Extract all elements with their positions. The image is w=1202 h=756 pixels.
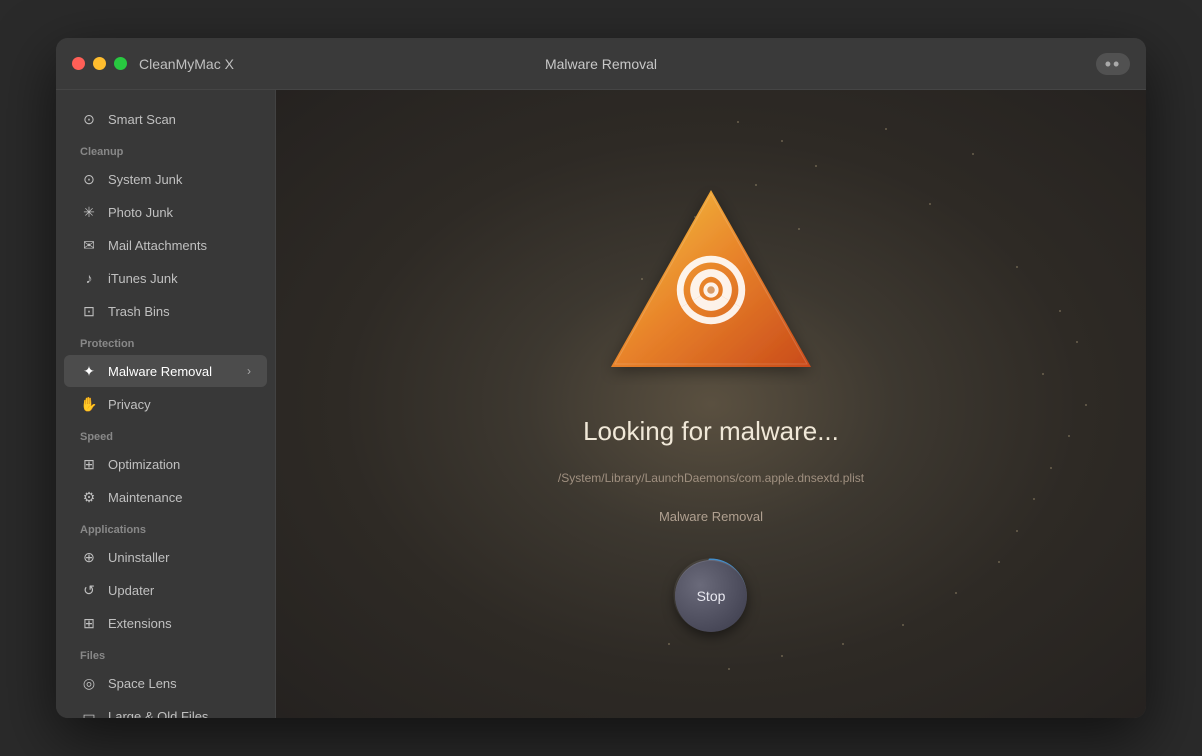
sidebar-item-trash-bins[interactable]: ⊡ Trash Bins xyxy=(64,295,267,327)
sidebar-item-updater[interactable]: ↺ Updater xyxy=(64,574,267,606)
sidebar-item-uninstaller[interactable]: ⊕ Uninstaller xyxy=(64,541,267,573)
more-options-icon: •• xyxy=(1105,55,1122,73)
sidebar-item-system-junk[interactable]: ⊙ System Junk xyxy=(64,163,267,195)
close-button[interactable] xyxy=(72,57,85,70)
window-title: Malware Removal xyxy=(545,56,657,72)
minimize-button[interactable] xyxy=(93,57,106,70)
particle-19 xyxy=(902,624,904,626)
maintenance-label: Maintenance xyxy=(108,490,182,505)
system-junk-label: System Junk xyxy=(108,172,182,187)
sidebar-item-privacy[interactable]: ✋ Privacy xyxy=(64,388,267,420)
itunes-junk-icon: ♪ xyxy=(80,269,98,287)
content-area: ⊙ Smart Scan Cleanup ⊙ System Junk ✳ Photo J… xyxy=(56,90,1146,718)
sidebar-item-extensions[interactable]: ⊞ Extensions xyxy=(64,607,267,639)
sidebar-item-space-lens[interactable]: ◎ Space Lens xyxy=(64,667,267,699)
uninstaller-label: Uninstaller xyxy=(108,550,169,565)
particle-6 xyxy=(972,153,974,155)
particle-4 xyxy=(929,203,931,205)
particle-9 xyxy=(1059,310,1061,312)
app-title: CleanMyMac X xyxy=(139,56,234,72)
particle-24 xyxy=(737,121,739,123)
extensions-icon: ⊞ xyxy=(80,614,98,632)
particle-12 xyxy=(1085,404,1087,406)
maintenance-icon: ⚙ xyxy=(80,488,98,506)
more-options-button[interactable]: •• xyxy=(1096,53,1130,75)
photo-junk-icon: ✳ xyxy=(80,203,98,221)
particle-13 xyxy=(1068,435,1070,437)
sidebar-sections: Cleanup ⊙ System Junk ✳ Photo Junk ✉ Mail Atta… xyxy=(56,136,275,718)
particle-11 xyxy=(1042,373,1044,375)
mail-attachments-label: Mail Attachments xyxy=(108,238,207,253)
optimization-label: Optimization xyxy=(108,457,180,472)
section-label-files: Files xyxy=(56,640,275,666)
traffic-lights xyxy=(72,57,127,70)
sidebar-item-smart-scan[interactable]: ⊙ Smart Scan xyxy=(64,103,267,135)
updater-label: Updater xyxy=(108,583,154,598)
main-content: Looking for malware... /System/Library/L… xyxy=(276,90,1146,718)
itunes-junk-label: iTunes Junk xyxy=(108,271,178,286)
particle-17 xyxy=(998,561,1000,563)
titlebar: CleanMyMac X Malware Removal •• xyxy=(56,38,1146,90)
particle-18 xyxy=(955,592,957,594)
particle-10 xyxy=(1076,341,1078,343)
section-label-applications: Applications xyxy=(56,514,275,540)
scan-path-text: /System/Library/LaunchDaemons/com.apple.… xyxy=(558,471,864,485)
particle-21 xyxy=(781,655,783,657)
uninstaller-icon: ⊕ xyxy=(80,548,98,566)
section-label-speed: Speed xyxy=(56,421,275,447)
biohazard-icon xyxy=(601,172,821,392)
maximize-button[interactable] xyxy=(114,57,127,70)
scan-subtitle-text: Malware Removal xyxy=(659,509,763,524)
particle-1 xyxy=(815,165,817,167)
particle-20 xyxy=(842,643,844,645)
particle-15 xyxy=(1033,498,1035,500)
app-window: CleanMyMac X Malware Removal •• ⊙ Smart … xyxy=(56,38,1146,718)
smart-scan-icon: ⊙ xyxy=(80,110,98,128)
trash-bins-label: Trash Bins xyxy=(108,304,170,319)
section-label-cleanup: Cleanup xyxy=(56,136,275,162)
sidebar: ⊙ Smart Scan Cleanup ⊙ System Junk ✳ Photo J… xyxy=(56,90,276,718)
stop-button[interactable]: Stop xyxy=(675,560,747,632)
sidebar-item-itunes-junk[interactable]: ♪ iTunes Junk xyxy=(64,262,267,294)
stop-button-container: Stop xyxy=(671,556,751,636)
sidebar-item-malware-removal[interactable]: ✦ Malware Removal › xyxy=(64,355,267,387)
optimization-icon: ⊞ xyxy=(80,455,98,473)
particle-14 xyxy=(1050,467,1052,469)
trash-bins-icon: ⊡ xyxy=(80,302,98,320)
sidebar-item-maintenance[interactable]: ⚙ Maintenance xyxy=(64,481,267,513)
sidebar-item-photo-junk[interactable]: ✳ Photo Junk xyxy=(64,196,267,228)
active-item-arrow: › xyxy=(247,364,251,378)
sidebar-item-mail-attachments[interactable]: ✉ Mail Attachments xyxy=(64,229,267,261)
malware-removal-label: Malware Removal xyxy=(108,364,212,379)
scan-status-text: Looking for malware... xyxy=(583,416,839,447)
particle-2 xyxy=(885,128,887,130)
system-junk-icon: ⊙ xyxy=(80,170,98,188)
space-lens-icon: ◎ xyxy=(80,674,98,692)
large-old-files-label: Large & Old Files xyxy=(108,709,208,719)
smart-scan-label: Smart Scan xyxy=(108,112,176,127)
particle-16 xyxy=(1016,530,1018,532)
mail-attachments-icon: ✉ xyxy=(80,236,98,254)
particle-23 xyxy=(668,643,670,645)
updater-icon: ↺ xyxy=(80,581,98,599)
biohazard-container: Looking for malware... /System/Library/L… xyxy=(558,172,864,636)
particle-0 xyxy=(781,140,783,142)
extensions-label: Extensions xyxy=(108,616,172,631)
privacy-icon: ✋ xyxy=(80,395,98,413)
privacy-label: Privacy xyxy=(108,397,151,412)
particle-22 xyxy=(728,668,730,670)
large-old-files-icon: ▭ xyxy=(80,707,98,718)
photo-junk-label: Photo Junk xyxy=(108,205,173,220)
sidebar-item-large-old-files[interactable]: ▭ Large & Old Files xyxy=(64,700,267,718)
particle-8 xyxy=(1016,266,1018,268)
sidebar-item-optimization[interactable]: ⊞ Optimization xyxy=(64,448,267,480)
space-lens-label: Space Lens xyxy=(108,676,177,691)
malware-removal-icon: ✦ xyxy=(80,362,98,380)
section-label-protection: Protection xyxy=(56,328,275,354)
